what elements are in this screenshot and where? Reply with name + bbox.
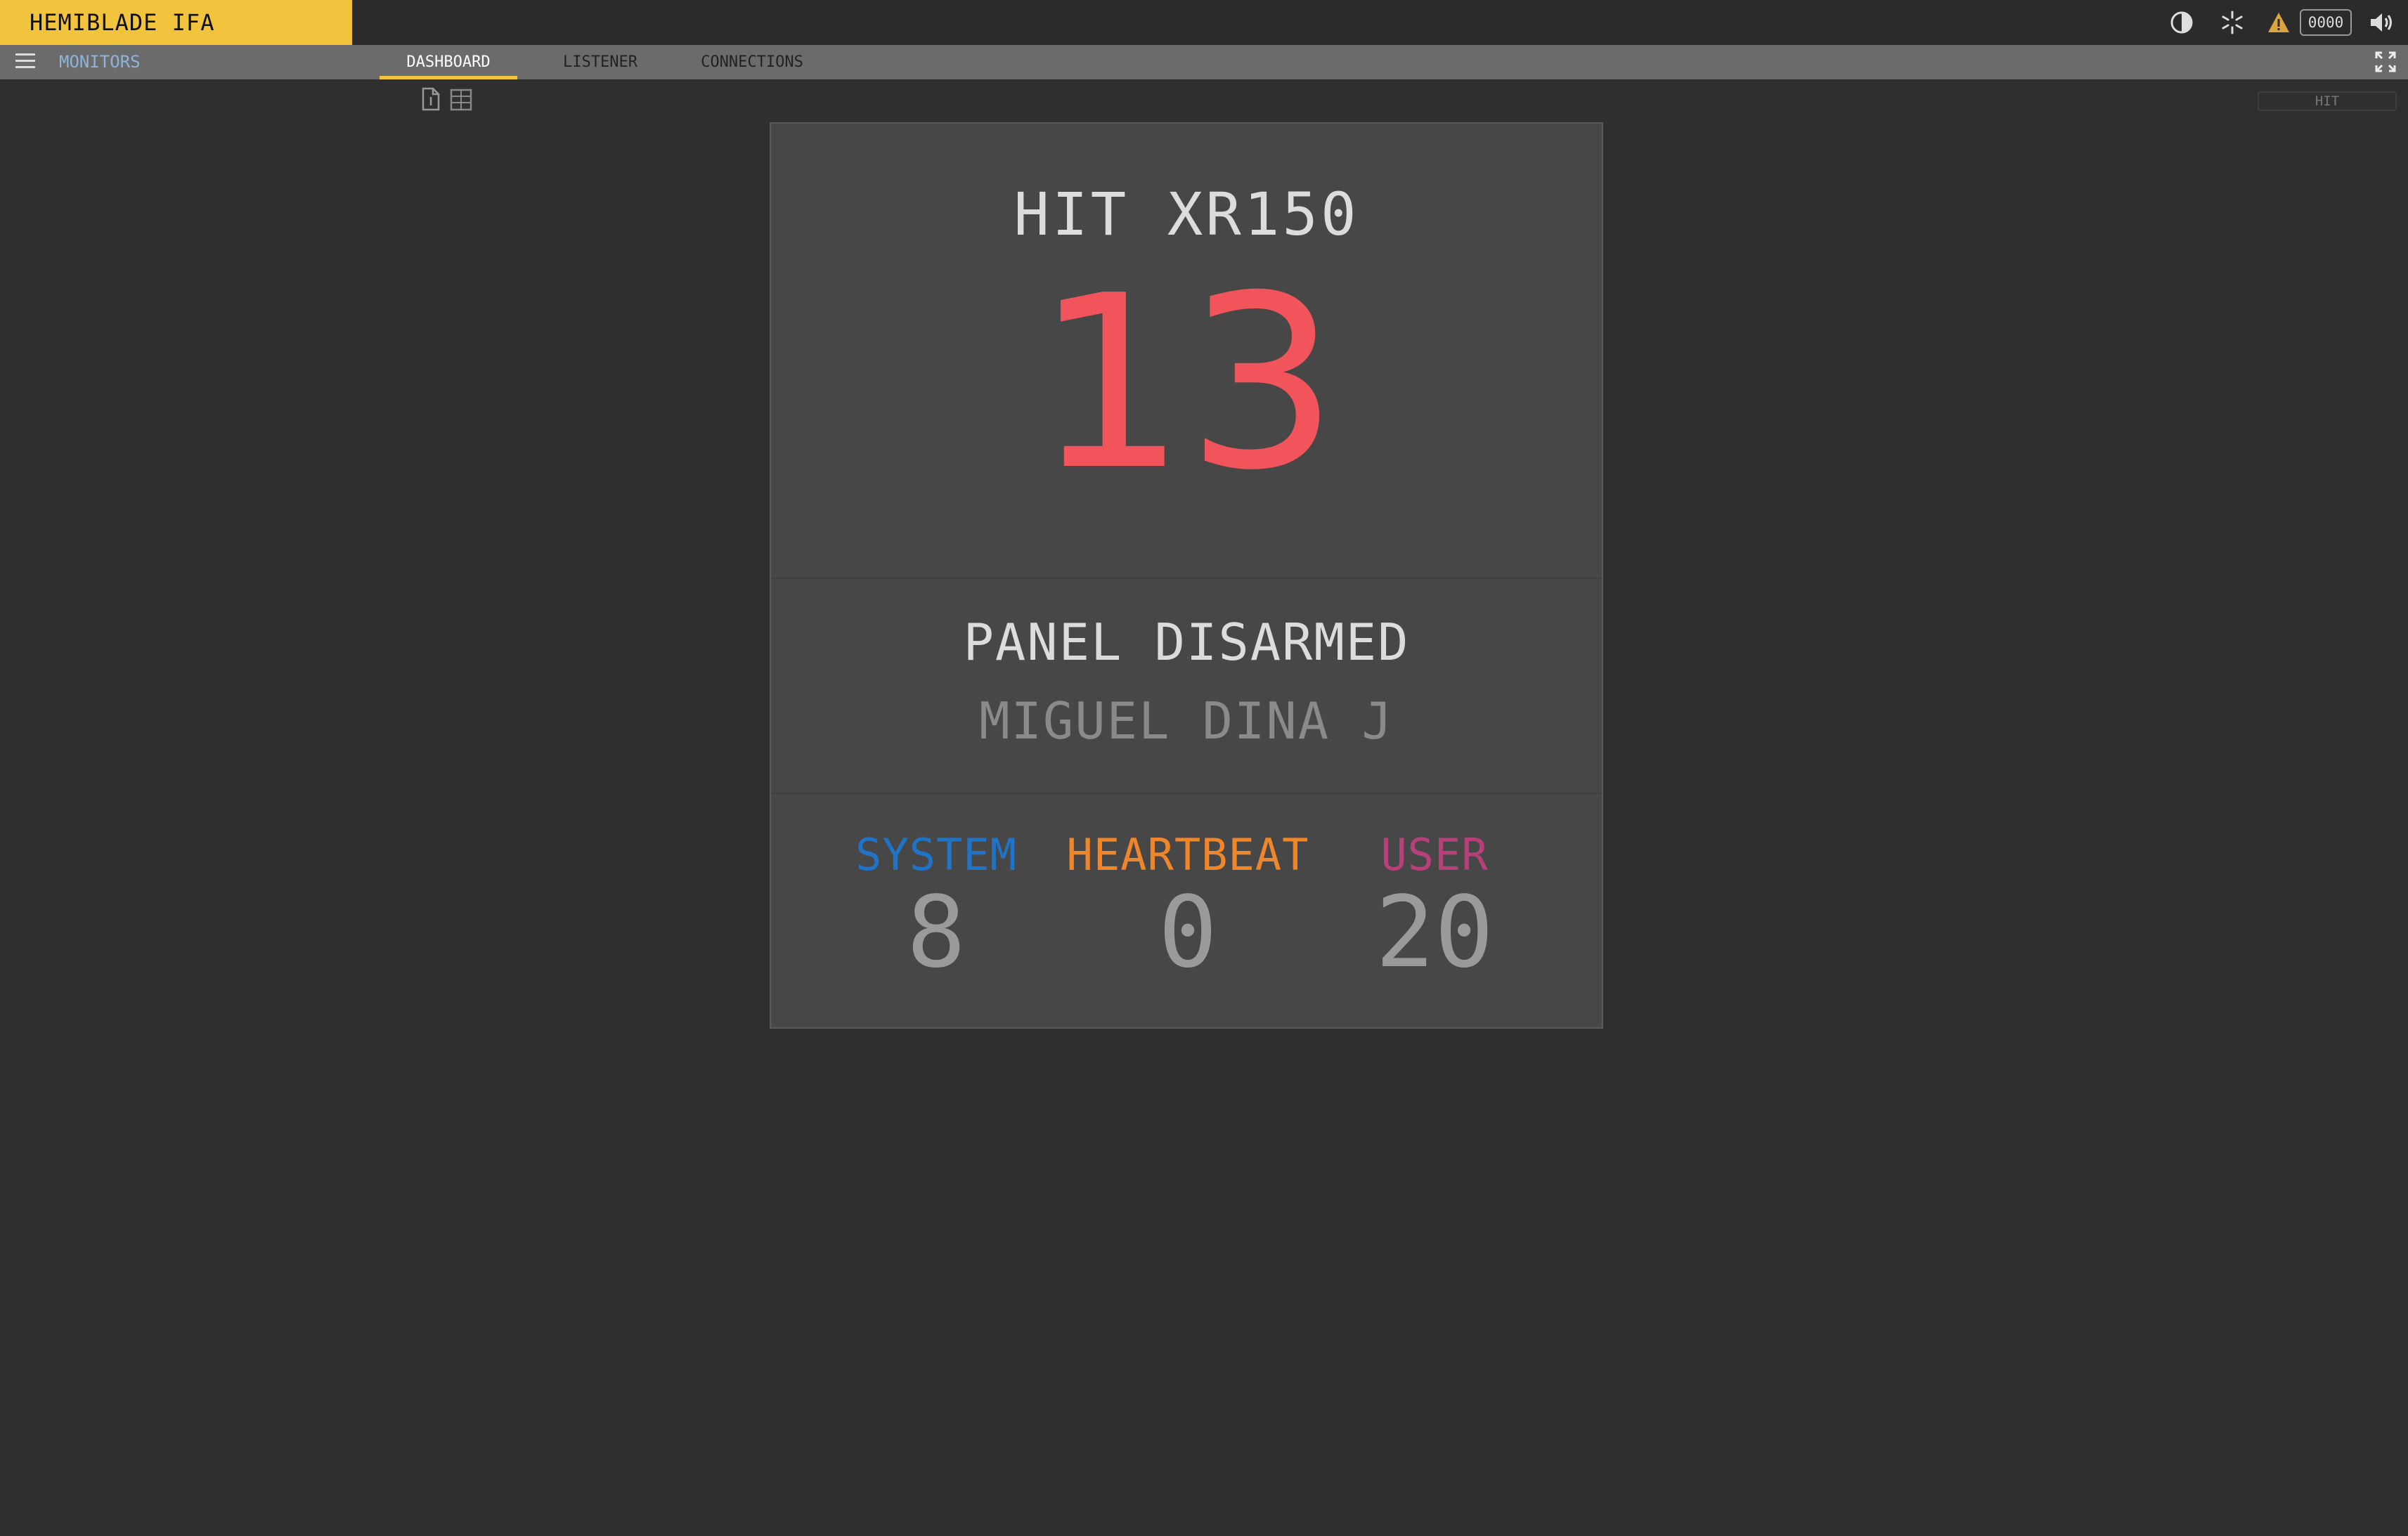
- panel-status: PANEL DISARMED: [963, 613, 1410, 672]
- app-title[interactable]: HEMIBLADE IFA: [0, 0, 352, 45]
- card-stats: SYSTEM 8 HEARTBEAT 0 USER 20: [771, 794, 1602, 1027]
- document-icon[interactable]: [420, 87, 441, 111]
- tab-connections[interactable]: CONNECTIONS: [682, 45, 822, 79]
- filter-input[interactable]: HIT: [2258, 91, 2397, 111]
- fullscreen-icon[interactable]: [2374, 51, 2397, 73]
- volume-icon[interactable]: [2369, 8, 2397, 37]
- account-number: 13: [1034, 245, 1339, 523]
- alert-counter[interactable]: 0000: [2300, 9, 2352, 36]
- stat-user-value: 20: [1375, 876, 1494, 990]
- top-bar: HEMIBLADE IFA 0000: [0, 0, 2408, 45]
- user-name: MIGUEL DINA J: [979, 691, 1394, 750]
- device-model: HIT XR150: [1014, 180, 1359, 249]
- stat-heartbeat-label: HEARTBEAT: [1066, 829, 1309, 880]
- stat-system-label: SYSTEM: [855, 829, 1017, 880]
- monitor-card[interactable]: HIT XR150 13 PANEL DISARMED MIGUEL DINA …: [770, 122, 1603, 1029]
- stat-system: SYSTEM 8: [841, 829, 1031, 986]
- snowflake-icon[interactable]: [2218, 8, 2246, 37]
- contrast-icon[interactable]: [2168, 8, 2196, 37]
- stat-heartbeat-value: 0: [1158, 876, 1218, 990]
- stat-user-label: USER: [1380, 829, 1489, 880]
- menu-icon[interactable]: [15, 53, 35, 72]
- stat-user: USER 20: [1350, 829, 1519, 986]
- stat-system-value: 8: [906, 876, 966, 990]
- card-status: PANEL DISARMED MIGUEL DINA J: [771, 579, 1602, 794]
- tab-bar: MONITORS DASHBOARD LISTENER CONNECTIONS: [0, 45, 2408, 79]
- tab-dashboard[interactable]: DASHBOARD: [380, 45, 517, 79]
- monitors-link[interactable]: MONITORS: [59, 45, 141, 79]
- card-header: HIT XR150 13: [771, 124, 1602, 579]
- tab-listener[interactable]: LISTENER: [541, 45, 659, 79]
- grid-icon[interactable]: [450, 89, 472, 111]
- warning-icon[interactable]: [2265, 8, 2293, 37]
- stat-heartbeat: HEARTBEAT 0: [1065, 829, 1311, 986]
